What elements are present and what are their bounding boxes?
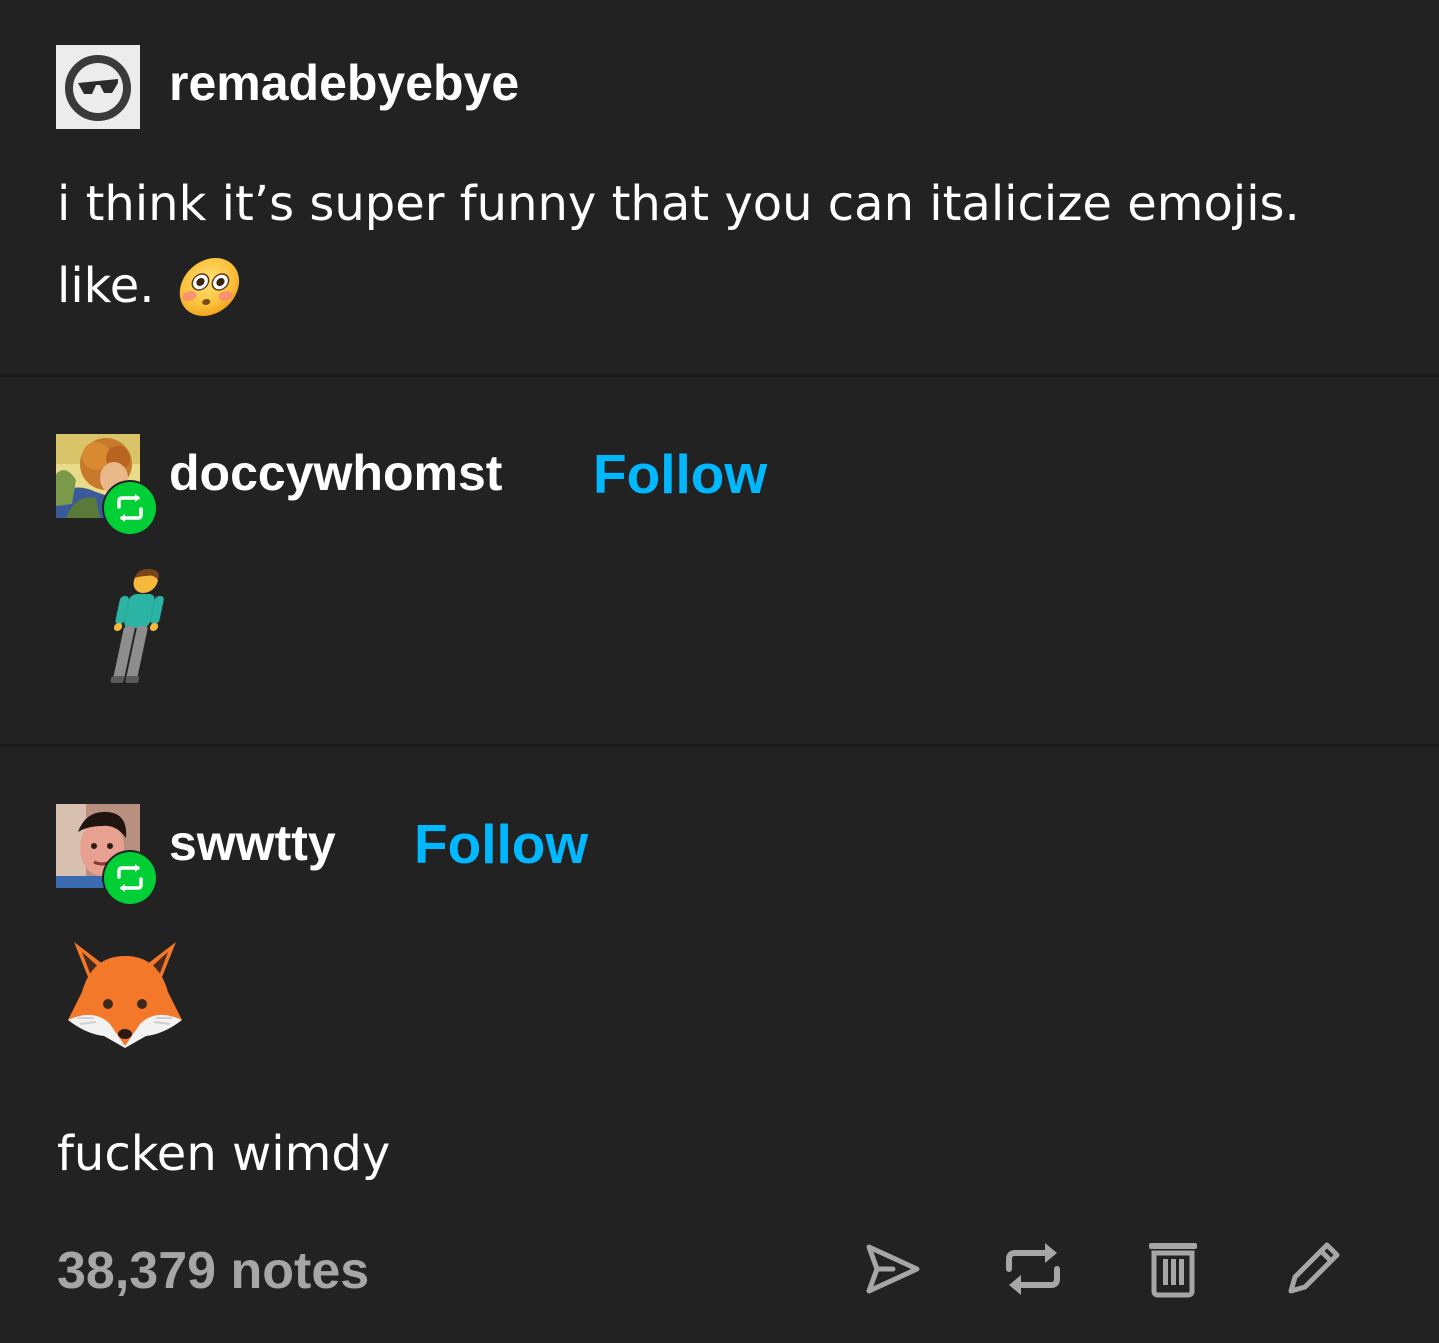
share-button[interactable]: [862, 1238, 924, 1300]
divider-2: [0, 744, 1439, 747]
share-icon: [866, 1244, 920, 1294]
original-post-line2: like.: [57, 245, 155, 327]
doccywhomst-avatar[interactable]: [56, 434, 158, 536]
sunglasses-logo-icon: [65, 55, 131, 121]
notes-count[interactable]: 38,379 notes: [57, 1245, 369, 1297]
flushed-face-emoji-icon: [179, 258, 240, 316]
original-post-line2-text: like.: [57, 258, 155, 314]
reblog-icon: [1006, 1243, 1060, 1295]
reblogger-2-username[interactable]: swwtty: [169, 818, 336, 868]
divider-1: [0, 374, 1439, 377]
reblogger-1-username[interactable]: doccywhomst: [169, 448, 502, 498]
trash-icon: [1149, 1243, 1197, 1298]
fox-face-emoji-icon: [68, 942, 182, 1048]
delete-button[interactable]: [1142, 1238, 1204, 1300]
follow-swwtty-button[interactable]: Follow: [414, 817, 588, 872]
edit-button[interactable]: [1282, 1238, 1344, 1300]
reblog-icon: [117, 494, 143, 522]
person-standing-emoji-icon: [110, 568, 164, 683]
follow-doccywhomst-button[interactable]: Follow: [593, 447, 767, 502]
tumblr-post: remadebyebye i think it’s super funny th…: [0, 0, 1439, 1343]
reblog-badge: [102, 480, 158, 536]
reblog-badge: [102, 850, 158, 906]
reblog-icon: [117, 864, 143, 892]
reblog-2-text: fucken wimdy: [57, 1126, 391, 1182]
swwtty-avatar[interactable]: [56, 804, 158, 906]
reblog-button[interactable]: [1002, 1238, 1064, 1300]
remadebyebye-avatar[interactable]: [56, 45, 140, 129]
pencil-icon: [1288, 1242, 1340, 1294]
original-post-line1: i think it’s super funny that you can it…: [57, 176, 1300, 232]
original-poster-username[interactable]: remadebyebye: [169, 58, 519, 108]
